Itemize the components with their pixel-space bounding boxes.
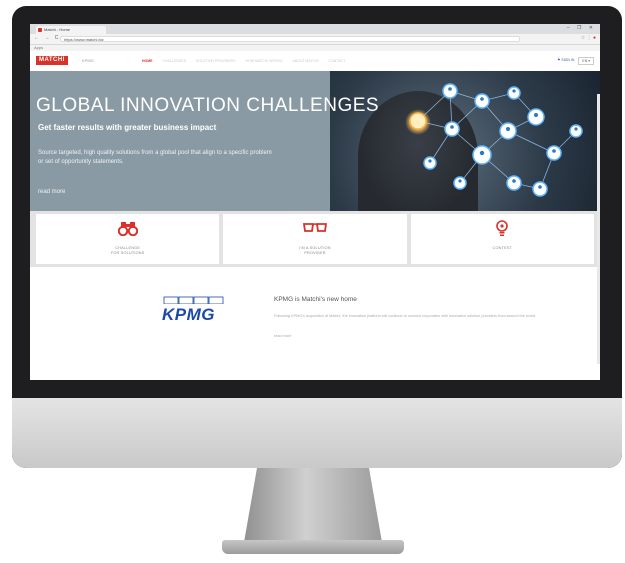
main-nav: HOME CHALLENGES SOLUTION PROVIDERS HOW M… (142, 59, 345, 63)
window-controls[interactable]: – ❐ ✕ (567, 25, 596, 31)
card-solution-provider[interactable]: I'M A SOLUTION PROVIDER (223, 214, 407, 264)
logo-subtitle: KPMG (82, 58, 94, 63)
card-contest[interactable]: CONTEST (410, 214, 594, 264)
monitor-base (222, 540, 404, 554)
tab-title: Matchi - Home (44, 27, 71, 32)
hero-subtitle: Get faster results with greater business… (38, 123, 217, 132)
favicon-icon (38, 28, 42, 32)
kpmg-logo: KPMG (160, 296, 230, 328)
header-actions: ⚑ SIGN IN EN ▾ (557, 57, 594, 65)
card-label: I'M A SOLUTION PROVIDER (299, 246, 331, 255)
news-body: Following KPMG's acquisition of Matchi, … (274, 314, 536, 318)
monitor-chin (12, 398, 622, 468)
site-header: MATCHI KPMG HOME CHALLENGES SOLUTION PRO… (30, 51, 600, 72)
lightbulb-icon (496, 220, 509, 236)
nav-item-solution-providers[interactable]: SOLUTION PROVIDERS (196, 59, 235, 63)
news-title: KPMG is Matchi's new home (274, 296, 357, 303)
feature-cards: CHALLENGE FOR SOLUTIONS I'M A SOLUTION P… (30, 211, 600, 267)
nav-item-about[interactable]: ABOUT MATCHI (292, 59, 318, 63)
screen: Matchi - Home – ❐ ✕ ← → C ⌂ https://www.… (30, 24, 600, 380)
nav-item-contact[interactable]: CONTACT (329, 59, 346, 63)
binoculars-icon (117, 222, 138, 236)
hero-image (330, 71, 600, 211)
network-graphic (409, 83, 583, 197)
hero-description: Source targeted, high quality solutions … (38, 150, 272, 165)
nav-item-home[interactable]: HOME (142, 59, 153, 63)
nav-item-challenges[interactable]: CHALLENGES (163, 59, 187, 63)
card-challenge[interactable]: CHALLENGE FOR SOLUTIONS (36, 214, 220, 264)
url-field[interactable]: https://www.matchi.biz (60, 36, 520, 42)
site-logo[interactable]: MATCHI (36, 56, 68, 65)
sign-in-link[interactable]: ⚑ SIGN IN (557, 57, 574, 65)
language-select[interactable]: EN ▾ (578, 57, 594, 65)
scrollbar[interactable] (597, 94, 600, 364)
news-read-more-link[interactable]: read more (274, 334, 291, 338)
kpmg-logo-text: KPMG (162, 305, 215, 324)
nav-item-how-it-works[interactable]: HOW MATCHI WORKS (246, 59, 283, 63)
hero-title: GLOBAL INNOVATION CHALLENGES (36, 95, 380, 116)
record-icon: ● (592, 35, 596, 41)
glasses-icon (302, 223, 328, 232)
hero-read-more-link[interactable]: read more (38, 189, 65, 195)
hero-banner: GLOBAL INNOVATION CHALLENGES Get faster … (30, 71, 600, 211)
browser-tab-bar: Matchi - Home – ❐ ✕ (30, 24, 600, 34)
kpmg-logo-boxes (163, 296, 224, 304)
browser-extensions[interactable]: ☆ ⋮ ● (581, 35, 596, 41)
card-label: CONTEST (492, 246, 513, 250)
card-label: CHALLENGE FOR SOLUTIONS (110, 246, 145, 255)
address-bar: ← → C ⌂ https://www.matchi.biz ☆ ⋮ ● (30, 34, 600, 45)
browser-tab[interactable]: Matchi - Home (36, 26, 106, 34)
monitor-stand (243, 468, 383, 548)
